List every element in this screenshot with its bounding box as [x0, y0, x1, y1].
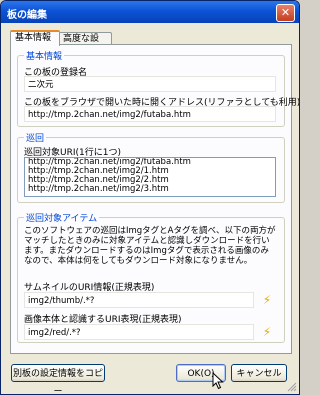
target-items-group-title: 巡回対象アイテム — [24, 211, 100, 224]
thumbnail-regex-bolt-icon[interactable]: ⚡ — [260, 293, 274, 307]
title-bar[interactable]: 板の編集 ✕ — [1, 1, 299, 23]
board-edit-dialog: 板の編集 ✕ 基本情報 高度な設定 基本情報 この板の登録名 二次元 この板をブ… — [0, 0, 300, 395]
window-title: 板の編集 — [7, 10, 47, 21]
thumbnail-uri-field[interactable]: img2/thumb/.*? — [24, 292, 254, 308]
resize-grip-icon[interactable] — [287, 382, 297, 392]
patrol-group-title: 巡回 — [24, 131, 47, 144]
basic-info-group-title: 基本情報 — [24, 49, 65, 62]
basic-info-group: 基本情報 この板の登録名 二次元 この板をブラウザで開いた時に開くアドレス(リフ… — [17, 49, 299, 127]
cancel-button[interactable]: キャンセル — [231, 364, 287, 382]
copy-settings-button[interactable]: 別板の設定情報をコピー — [11, 364, 105, 394]
patrol-uri-line: http://tmp.2chan.net/img2/3.htm — [28, 184, 169, 194]
close-button[interactable]: ✕ — [276, 4, 295, 22]
board-url-field[interactable]: http://tmp.2chan.net/img2/futaba.htm — [24, 106, 276, 122]
tab-basic-info[interactable]: 基本情報 — [10, 30, 60, 46]
mouse-cursor-icon — [212, 372, 224, 390]
patrol-group: 巡回 巡回対象URI(1行に1つ) http://tmp.2chan.net/i… — [17, 131, 285, 203]
image-body-regex-bolt-icon[interactable]: ⚡ — [260, 325, 274, 339]
basic-info-panel: 基本情報 この板の登録名 二次元 この板をブラウザで開いた時に開くアドレス(リフ… — [10, 44, 299, 354]
patrol-uri-textarea[interactable]: http://tmp.2chan.net/img2/futaba.htm htt… — [24, 157, 276, 197]
target-items-group: 巡回対象アイテム このソフトウェアの巡回はImgタグとAタグを調べ、以下の両方が… — [17, 211, 285, 343]
target-items-description: このソフトウェアの巡回はImgタグとAタグを調べ、以下の両方がマッチしたときのみ… — [24, 226, 276, 266]
board-name-field[interactable]: 二次元 — [24, 76, 276, 92]
image-body-uri-field[interactable]: img2/red/.*? — [24, 324, 254, 340]
